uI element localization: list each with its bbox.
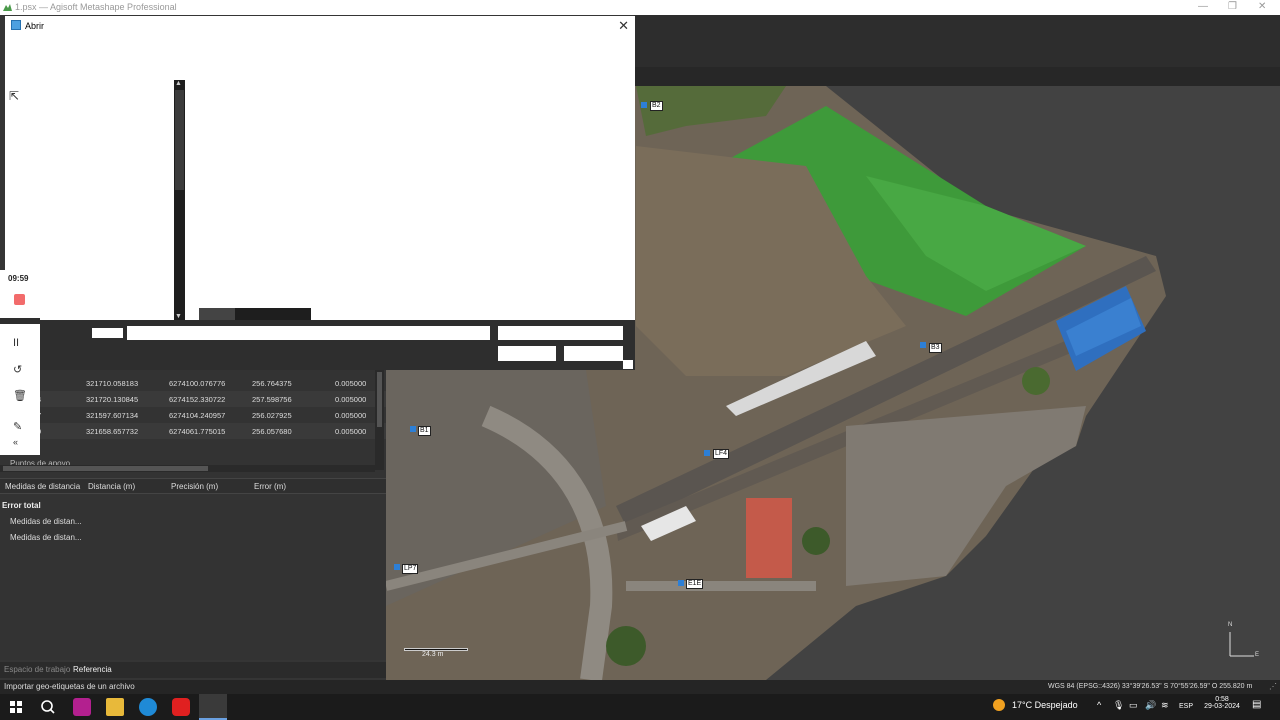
clock-date: 29-03-2024 xyxy=(1204,703,1240,710)
filetype-select[interactable] xyxy=(498,326,623,340)
weather-text[interactable]: 17°C Despejado xyxy=(1012,700,1078,710)
tab-workspace[interactable]: Espacio de trabajo xyxy=(4,665,70,674)
panel-tabs: Espacio de trabajo Referencia xyxy=(0,662,386,678)
wifi-icon[interactable]: ≋ xyxy=(1161,700,1169,711)
recording-timer: 09:59 xyxy=(8,274,29,283)
main-toolbar xyxy=(634,15,1280,67)
open-file-dialog xyxy=(5,16,635,370)
marker-flag-icon xyxy=(920,342,926,348)
scroll-down-icon[interactable]: ▼ xyxy=(175,313,182,320)
marker-label-lp7[interactable]: LP7 xyxy=(402,564,419,574)
cancel-button[interactable] xyxy=(564,346,623,361)
dialog-title-bar: Abrir ✕ xyxy=(5,16,635,36)
view-tabs-bar xyxy=(634,67,1280,86)
dialog-resize-grip[interactable] xyxy=(623,360,633,369)
edge-browser-icon[interactable] xyxy=(139,698,157,716)
table-row[interactable]: P4 321720.130845 6274152.330722 257.5987… xyxy=(0,391,386,407)
distance-table-header: Medidas de distancia Distancia (m) Preci… xyxy=(0,478,386,494)
weather-sun-icon xyxy=(993,699,1005,711)
status-message: Importar geo-etiquetas de un archivo xyxy=(4,682,135,691)
tab-reference[interactable]: Referencia xyxy=(73,665,112,674)
taskbar: ^ 🎙 ▭ 🔊 ≋ ▤ xyxy=(0,694,1280,720)
cursor-coordinates: WGS 84 (EPSG::4326) 33°39'26.53" S 70°55… xyxy=(1048,683,1253,690)
column-header[interactable]: Precisión (m) xyxy=(171,482,218,491)
scroll-up-icon[interactable]: ▲ xyxy=(175,80,182,87)
dialog-app-icon xyxy=(11,20,21,30)
collapse-icon[interactable]: « xyxy=(13,437,18,447)
list-item[interactable]: Medidas de distan... xyxy=(10,517,82,526)
mouse-cursor-icon: ⇱ xyxy=(9,89,20,103)
dialog-footer xyxy=(5,320,635,370)
dialog-close-button[interactable]: ✕ xyxy=(618,18,629,34)
compass-east-label: E xyxy=(1255,652,1260,658)
compass-icon: N E xyxy=(1224,622,1264,662)
resize-grip-icon[interactable]: ⋰ xyxy=(1269,682,1277,691)
table-row[interactable]: P7 321597.607134 6274104.240957 256.0279… xyxy=(0,407,386,423)
filename-input[interactable] xyxy=(127,326,490,340)
status-bar: Importar geo-etiquetas de un archivo WGS… xyxy=(0,680,1280,694)
scale-label: 24.3 m xyxy=(422,651,444,658)
windows-start-icon[interactable] xyxy=(7,698,25,716)
table-horizontal-scrollbar[interactable] xyxy=(0,465,375,472)
notifications-icon[interactable]: ▤ xyxy=(1252,699,1261,710)
recorder-divider xyxy=(0,318,40,324)
trash-icon[interactable]: 🗑 xyxy=(13,389,27,402)
marker-label-b2[interactable]: B2 xyxy=(650,101,663,111)
list-item[interactable]: Medidas de distan... xyxy=(10,533,82,542)
compass-north-label: N xyxy=(1228,622,1233,628)
pen-icon[interactable]: ✎ xyxy=(13,420,22,433)
column-header[interactable]: Medidas de distancia xyxy=(5,482,80,491)
metashape-taskbar-icon[interactable] xyxy=(199,694,227,720)
dialog-vertical-scrollbar[interactable]: ▲ ▼ xyxy=(174,80,185,320)
app-title-bar: 1.psx — Agisoft Metashape Professional —… xyxy=(0,0,1280,15)
microphone-icon[interactable]: 🎙 xyxy=(1113,700,1124,711)
search-icon[interactable] xyxy=(39,698,57,716)
marker-flag-icon xyxy=(704,450,710,456)
scale-bar: 24.3 m xyxy=(404,648,468,662)
filename-label-box xyxy=(92,328,123,338)
clock-time: 0:58 xyxy=(1215,696,1229,703)
dialog-title: Abrir xyxy=(25,21,45,31)
metashape-app-icon xyxy=(3,4,12,11)
input-language[interactable]: ESP xyxy=(1179,703,1193,710)
column-header[interactable]: Distancia (m) xyxy=(88,482,135,491)
marker-flag-icon xyxy=(641,102,647,108)
youtube-app-icon[interactable] xyxy=(172,698,190,716)
dialog-horizontal-scrollbar[interactable] xyxy=(199,308,311,320)
stop-recording-button[interactable] xyxy=(14,294,25,305)
table-vertical-scrollbar[interactable] xyxy=(375,370,384,470)
window-title: 1.psx — Agisoft Metashape Professional xyxy=(15,2,177,12)
system-clock[interactable]: 0:58 29-03-2024 xyxy=(1200,696,1244,710)
restore-icon[interactable]: ❐ xyxy=(1228,1,1237,12)
marker-flag-icon xyxy=(678,580,684,586)
battery-icon[interactable]: ▭ xyxy=(1129,700,1138,711)
marker-label-e1e[interactable]: E1E xyxy=(686,579,704,589)
error-total-label: Error total xyxy=(2,501,41,510)
table-row[interactable]: P9 321658.657732 6274061.775015 256.0576… xyxy=(0,423,386,439)
pause-icon[interactable]: II xyxy=(13,337,19,349)
marker-label-b3[interactable]: B3 xyxy=(929,343,942,353)
marker-flag-icon xyxy=(394,564,400,570)
restart-icon[interactable]: ↺ xyxy=(13,363,22,376)
file-explorer-icon[interactable] xyxy=(106,698,124,716)
open-button[interactable] xyxy=(498,346,556,361)
table-row[interactable]: E 321710.058183 6274100.076776 256.76437… xyxy=(0,375,386,391)
minimize-icon[interactable]: — xyxy=(1198,1,1208,12)
column-header[interactable]: Error (m) xyxy=(254,482,286,491)
tray-chevron-icon[interactable]: ^ xyxy=(1097,700,1101,710)
volume-icon[interactable]: 🔊 xyxy=(1145,700,1156,711)
marker-label-lf4[interactable]: LF4 xyxy=(713,449,730,459)
close-icon[interactable]: ✕ xyxy=(1258,1,1266,12)
marker-label-b1[interactable]: B1 xyxy=(418,426,431,436)
marker-flag-icon xyxy=(410,426,416,432)
clipchamp-app-icon[interactable] xyxy=(73,698,91,716)
